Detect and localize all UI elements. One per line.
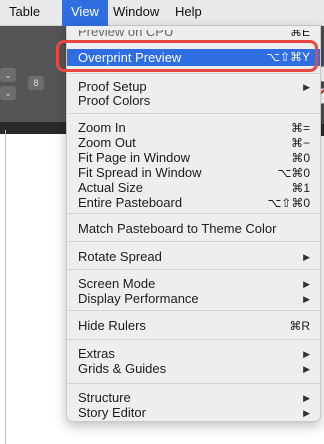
menu-item-zoom-in[interactable]: Zoom In ⌘= — [67, 120, 320, 136]
menu-item-shortcut: ⌘1 — [291, 181, 310, 195]
menu-item-label: Grids & Guides — [78, 361, 167, 376]
menu-item-label: Fit Spread in Window — [78, 165, 202, 180]
menu-item-label: Actual Size — [78, 180, 144, 195]
menu-bar: Table View Window Help — [0, 0, 324, 26]
menu-separator — [67, 339, 320, 340]
menu-item-label: Proof Colors — [78, 93, 151, 108]
menu-item-actual-size[interactable]: Actual Size ⌘1 — [67, 180, 320, 196]
menu-item-display-performance[interactable]: Display Performance ▶ — [67, 291, 320, 307]
menu-item-match-pasteboard[interactable]: Match Pasteboard to Theme Color — [67, 221, 320, 237]
menu-item-shortcut: ⌘− — [290, 136, 310, 150]
menu-item-label: Display Performance — [78, 291, 199, 306]
highlight-callout — [56, 40, 318, 72]
menu-item-label: Extras — [78, 346, 115, 361]
menu-separator — [67, 269, 320, 270]
menu-separator — [67, 213, 320, 214]
menu-separator — [67, 113, 320, 114]
submenu-arrow-icon: ▶ — [303, 364, 310, 374]
menu-item-label: Rotate Spread — [78, 249, 162, 264]
menu-item-shortcut: ⌘R — [289, 319, 310, 333]
menu-item-label: Match Pasteboard to Theme Color — [78, 221, 277, 236]
ruler-vertical — [5, 130, 6, 444]
menu-item-zoom-out[interactable]: Zoom Out ⌘− — [67, 135, 320, 151]
menu-item-entire-pasteboard[interactable]: Entire Pasteboard ⌥⇧⌘0 — [67, 195, 320, 211]
menu-item-fit-spread[interactable]: Fit Spread in Window ⌥⌘0 — [67, 165, 320, 181]
submenu-arrow-icon: ▶ — [303, 349, 310, 359]
menu-window[interactable]: Window — [104, 0, 168, 26]
menu-item-label: Zoom Out — [78, 135, 136, 150]
menu-item-shortcut: ⌘= — [290, 121, 310, 135]
menu-item-label: Story Editor — [78, 405, 146, 420]
menu-item-label: Fit Page in Window — [78, 150, 190, 165]
menu-item-extras[interactable]: Extras ▶ — [67, 346, 320, 362]
chevron-down-icon[interactable]: ⌄ — [0, 86, 16, 100]
menu-help[interactable]: Help — [166, 0, 211, 26]
menu-item-fit-page[interactable]: Fit Page in Window ⌘0 — [67, 150, 320, 166]
menu-item-structure[interactable]: Structure ▶ — [67, 390, 320, 406]
menu-item-screen-mode[interactable]: Screen Mode ▶ — [67, 276, 320, 292]
menu-item-label: Structure — [78, 390, 131, 405]
menu-item-rotate-spread[interactable]: Rotate Spread ▶ — [67, 249, 320, 265]
menu-item-shortcut: ⌘0 — [291, 151, 310, 165]
chevron-down-icon[interactable]: ⌄ — [0, 68, 16, 82]
menu-item-label: Entire Pasteboard — [78, 195, 183, 210]
menu-item-hide-rulers[interactable]: Hide Rulers ⌘R — [67, 318, 320, 334]
menu-item-label: Screen Mode — [78, 276, 156, 291]
menu-item-grids-guides[interactable]: Grids & Guides ▶ — [67, 361, 320, 377]
submenu-arrow-icon: ▶ — [303, 279, 310, 289]
menu-item-shortcut: ⌘E — [289, 30, 310, 39]
menu-table[interactable]: Table — [0, 0, 49, 26]
menu-item-shortcut: ⌥⌘0 — [277, 166, 310, 180]
submenu-arrow-icon: ▶ — [303, 252, 310, 262]
menu-view[interactable]: View — [62, 0, 108, 26]
link-icon[interactable]: 8 — [28, 76, 44, 90]
menu-item-label: Preview on CPU — [78, 30, 174, 39]
submenu-arrow-icon: ▶ — [303, 408, 310, 418]
submenu-arrow-icon: ▶ — [303, 393, 310, 403]
submenu-arrow-icon: ▶ — [303, 294, 310, 304]
menu-item-shortcut: ⌥⇧⌘0 — [267, 196, 310, 210]
menu-item-label: Hide Rulers — [78, 318, 146, 333]
menu-separator — [67, 310, 320, 311]
view-menu-dropdown: Preview on CPU ⌘E Overprint Preview ⌥⇧⌘Y… — [66, 26, 321, 422]
menu-item-proof-colors[interactable]: Proof Colors — [67, 93, 320, 109]
ruler-bar — [0, 122, 70, 134]
menu-separator — [67, 241, 320, 242]
menu-item-story-editor[interactable]: Story Editor ▶ — [67, 405, 320, 421]
menu-separator — [67, 73, 320, 74]
menu-separator — [67, 383, 320, 384]
menu-item-preview-on-cpu[interactable]: Preview on CPU ⌘E — [67, 30, 320, 40]
menu-item-label: Zoom In — [78, 120, 126, 135]
